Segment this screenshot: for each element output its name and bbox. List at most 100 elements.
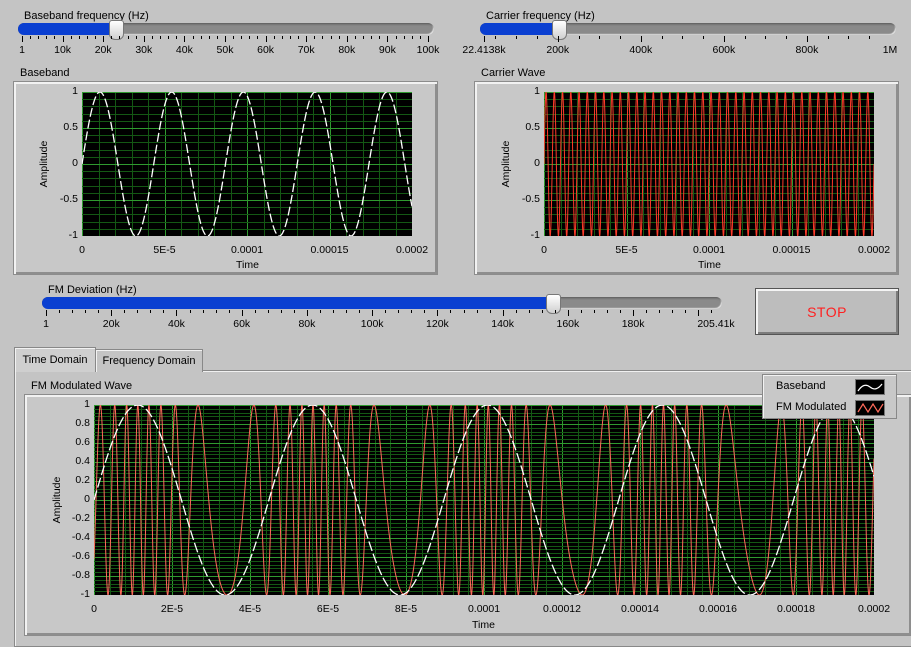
y-tick-label: 0.8	[75, 417, 90, 429]
x-tick-label: 4E-5	[238, 603, 262, 615]
carrier-plot-area	[544, 92, 874, 236]
y-tick-label: 0.4	[75, 455, 90, 467]
x-tick-label: 0.0002	[395, 244, 429, 256]
carrier-graph-title: Carrier Wave	[481, 67, 546, 79]
x-tick-label: 6E-5	[316, 603, 340, 615]
baseband-slider-fill	[18, 23, 116, 35]
x-tick-label: 0.0001	[692, 244, 726, 256]
y-tick-label: 0.5	[63, 121, 78, 133]
baseband-plot-area	[82, 92, 412, 236]
slider-tick-label: 600k	[712, 44, 736, 56]
slider-tick-label: 80k	[338, 44, 356, 56]
x-tick-label: 5E-5	[615, 244, 638, 256]
slider-tick-label: 40k	[168, 318, 185, 330]
x-tick-label: 0.0002	[857, 244, 891, 256]
y-tick-label: -0.2	[71, 512, 90, 524]
x-tick-label: 0	[541, 244, 547, 256]
baseband-slider-scale: 1 10k 20k 30k 40k 50k 60k 70k 80k 90k 100k	[19, 36, 439, 58]
fm-deviation-slider[interactable]	[42, 297, 722, 309]
fm-legend[interactable]: Baseband FM Modulated	[762, 374, 897, 419]
fm-plot-area	[94, 405, 874, 595]
slider-tick-label: 80k	[298, 318, 316, 330]
legend-label-fm-modulated: FM Modulated	[776, 401, 847, 413]
slider-tick-label: 180k	[621, 318, 645, 330]
x-tick-label: 0	[79, 244, 85, 256]
baseband-slider-label: Baseband frequency (Hz)	[24, 10, 149, 22]
slider-tick-label: 20k	[94, 44, 112, 56]
y-tick-label: -1	[68, 229, 78, 241]
legend-item-baseband[interactable]: Baseband	[763, 376, 896, 396]
x-tick-label: 0.00015	[772, 244, 811, 256]
legend-label-baseband: Baseband	[776, 380, 826, 392]
slider-tick-label: 100k	[360, 318, 384, 330]
slider-tick-label: 90k	[378, 44, 396, 56]
y-tick-label: -0.5	[521, 193, 540, 205]
x-tick-label: 0.00016	[699, 603, 737, 615]
slider-tick-label: 20k	[102, 318, 120, 330]
slider-tick-label: 1	[43, 318, 49, 330]
stop-button[interactable]: STOP	[755, 288, 899, 335]
slider-tick-label: 140k	[491, 318, 515, 330]
y-tick-label: 0.2	[75, 474, 90, 486]
slider-tick-label: 40k	[175, 44, 193, 56]
slider-tick-label: 10k	[54, 44, 72, 56]
slider-tick-label: 400k	[629, 44, 653, 56]
carrier-slider-fill	[480, 23, 558, 35]
slider-tick-label: 1	[19, 44, 25, 56]
x-tick-label: 0.0001	[467, 603, 501, 615]
slider-tick-label: 200k	[546, 44, 570, 56]
x-tick-label: 0.00012	[543, 603, 581, 615]
tab-frequency-domain[interactable]: Frequency Domain	[95, 349, 203, 372]
y-tick-label: 0	[72, 157, 78, 169]
carrier-slider-scale: 22.4138k 200k 400k 600k 800k 1M	[462, 36, 897, 58]
y-tick-label: 0.6	[75, 436, 90, 448]
y-tick-label: 1	[534, 85, 540, 97]
y-tick-label: -1	[530, 229, 540, 241]
fm-x-axis-title: Time	[472, 619, 495, 631]
y-tick-label: -0.4	[71, 531, 90, 543]
x-tick-label: 0.00015	[310, 244, 349, 256]
deviation-slider-fill	[42, 297, 552, 309]
slider-tick-label: 60k	[233, 318, 251, 330]
y-tick-label: -0.8	[71, 569, 90, 581]
y-tick-label: 0.5	[525, 121, 540, 133]
slider-tick-label: 800k	[795, 44, 819, 56]
y-tick-label: 1	[84, 398, 90, 410]
slider-tick-label: 60k	[257, 44, 275, 56]
baseband-graph-title: Baseband	[20, 67, 70, 79]
legend-swatch-baseband	[855, 379, 885, 395]
x-tick-label: 0.0001	[230, 244, 264, 256]
x-tick-label: 2E-5	[160, 603, 184, 615]
slider-tick-label: 30k	[135, 44, 153, 56]
baseband-x-axis-title: Time	[236, 259, 259, 271]
slider-tick-label: 100k	[416, 44, 440, 56]
x-tick-label: 5E-5	[153, 244, 176, 256]
x-tick-label: 0	[91, 603, 97, 615]
y-tick-label: 1	[72, 85, 78, 97]
slider-tick-label: 160k	[556, 318, 580, 330]
slider-tick-label: 120k	[426, 318, 449, 330]
x-tick-label: 0.00014	[621, 603, 659, 615]
y-tick-label: -1	[80, 588, 90, 600]
slider-tick-label: 1M	[882, 44, 898, 56]
x-tick-label: 0.0002	[857, 603, 891, 615]
tab-time-domain[interactable]: Time Domain	[14, 347, 96, 372]
y-tick-label: -0.6	[71, 550, 90, 562]
baseband-frequency-slider[interactable]	[18, 23, 434, 35]
legend-swatch-fm-modulated	[855, 400, 885, 416]
slider-tick-label: 50k	[216, 44, 234, 56]
slider-tick-label: 22.4138k	[462, 44, 506, 56]
legend-item-fm-modulated[interactable]: FM Modulated	[763, 397, 896, 417]
carrier-frequency-slider[interactable]	[480, 23, 896, 35]
deviation-slider-scale: 1 20k 40k 60k 80k 100k 120k 140k 160k 180k 205.41k	[43, 310, 735, 332]
slider-tick-label: 70k	[297, 44, 315, 56]
carrier-slider-label: Carrier frequency (Hz)	[486, 10, 595, 22]
carrier-x-axis-title: Time	[698, 259, 721, 271]
y-tick-label: 0	[534, 157, 540, 169]
slider-tick-label: 205.41k	[697, 318, 735, 330]
x-tick-label: 0.00018	[777, 603, 815, 615]
fm-graph-title: FM Modulated Wave	[31, 380, 133, 392]
x-tick-label: 8E-5	[394, 603, 418, 615]
y-tick-label: 0	[84, 493, 90, 505]
deviation-slider-label: FM Deviation (Hz)	[48, 284, 137, 296]
